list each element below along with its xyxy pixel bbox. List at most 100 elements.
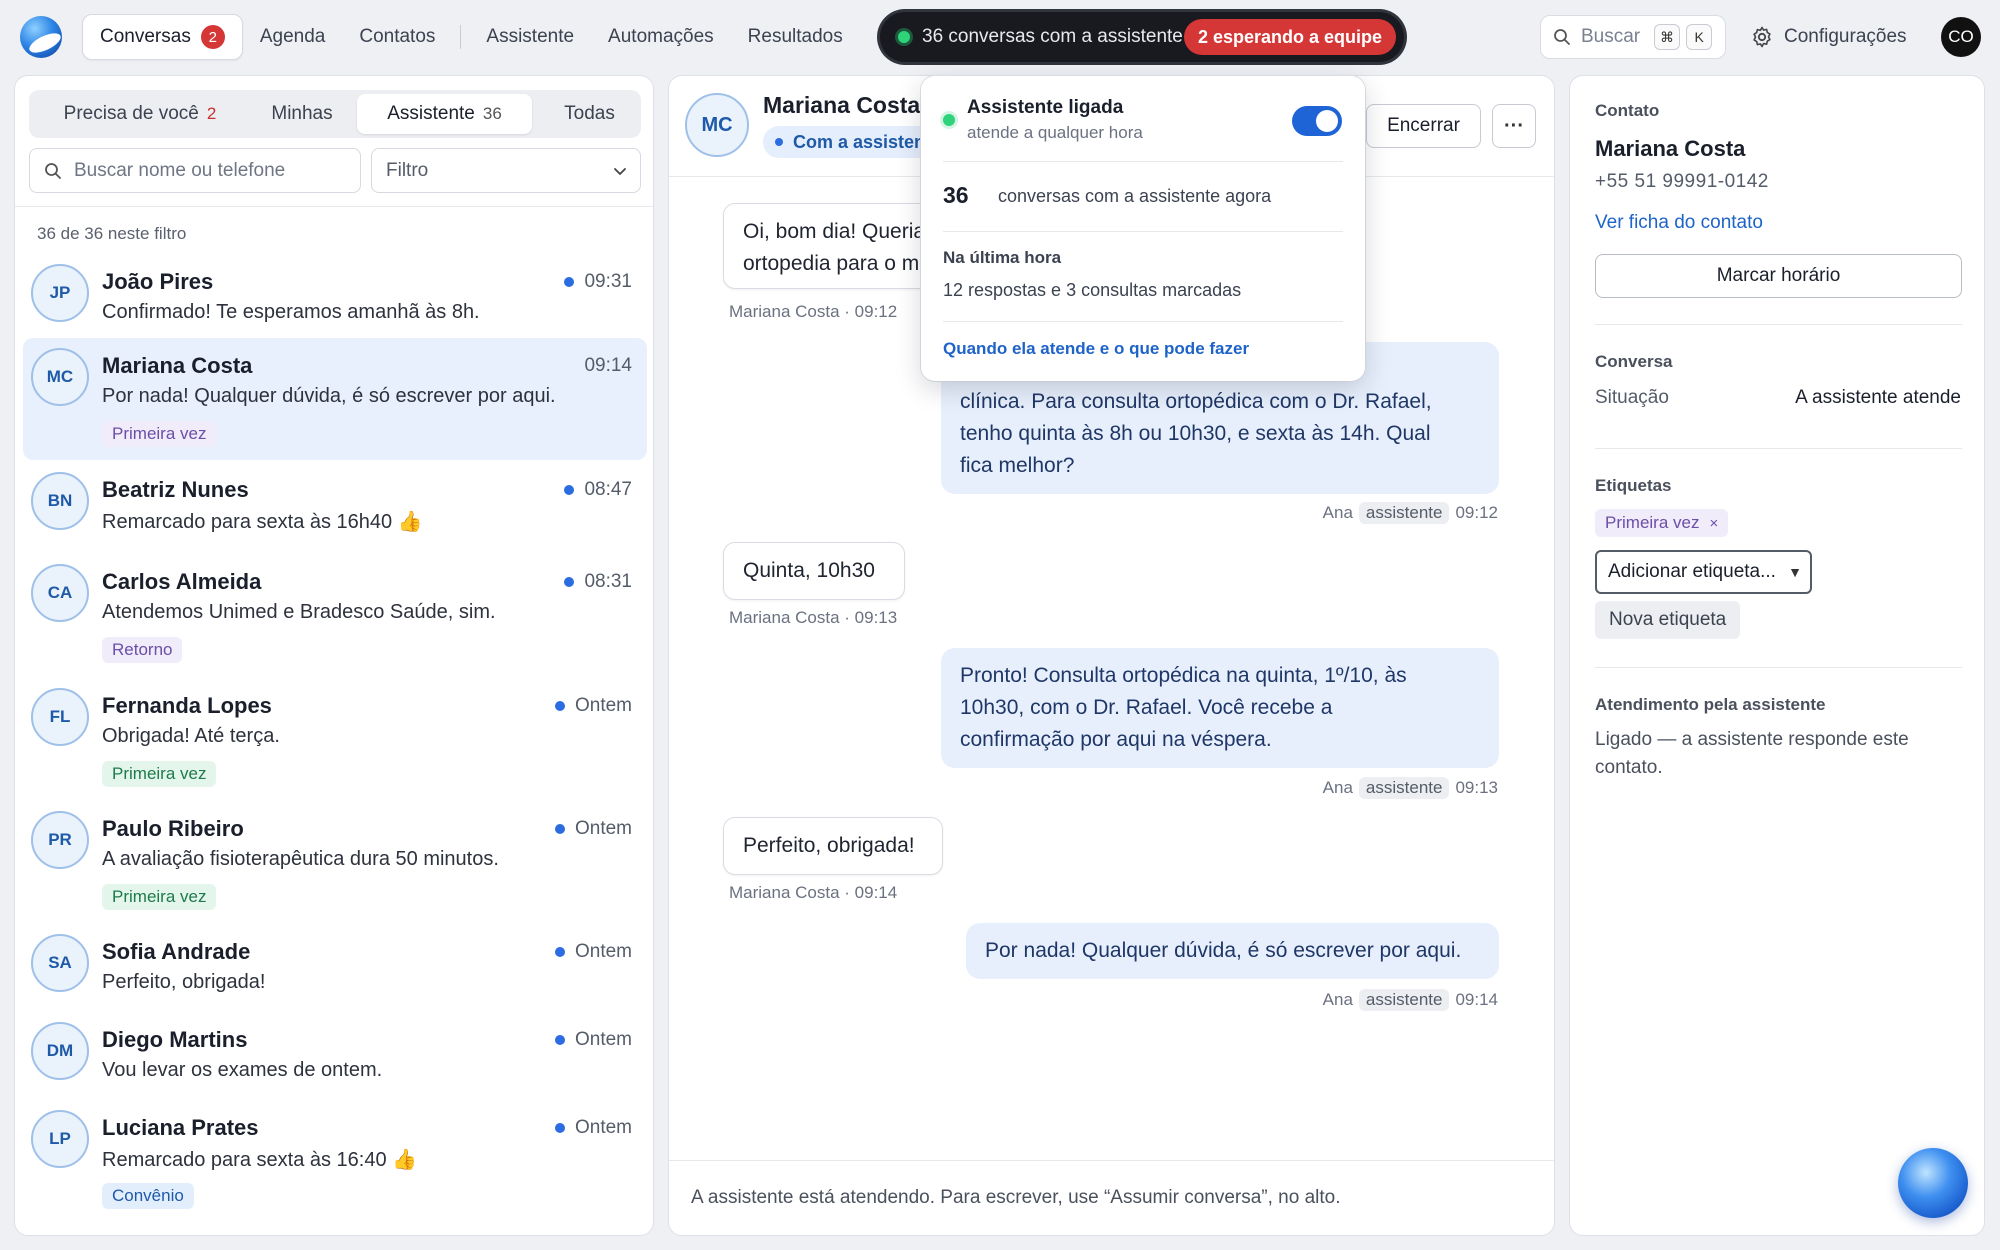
nav-tab-label: Contatos	[359, 26, 436, 47]
filter-select[interactable]: Filtro	[371, 148, 641, 193]
message-meta: Ana assistente 09:14	[1323, 989, 1498, 1011]
time-label: Ontem	[574, 818, 632, 839]
nav-tab-label: Agenda	[259, 26, 326, 47]
contact-search-input[interactable]: Buscar nome ou telefone	[29, 148, 361, 193]
conversation-time: Ontem	[554, 1117, 632, 1139]
nav-tab-agenda[interactable]: Agenda	[243, 14, 343, 60]
conversation-time: Ontem	[554, 818, 632, 840]
message-author: Ana	[1322, 778, 1353, 797]
assistant-status-pill[interactable]: 36 conversas com a assistente 2 esperand…	[880, 12, 1404, 62]
contact-name: Sofia Andrade	[102, 939, 251, 964]
conversation-item[interactable]: PR Paulo Ribeiro Ontem A avaliação fisioter…	[23, 801, 647, 923]
conversation-item[interactable]: MC Mariana Costa 09:14 Por nada! Qualquer d…	[23, 338, 647, 460]
chat-status-text: Com a assistente	[793, 131, 942, 152]
last-message: Vou levar os exames de ontem.	[102, 1059, 383, 1081]
nav-tab-label: Assistente	[486, 26, 575, 47]
end-conversation-button[interactable]: Encerrar	[1366, 104, 1481, 148]
tag-chip: Retorno	[102, 637, 183, 663]
last-hour-summary: 12 respostas e 3 consultas marcadas	[943, 280, 1242, 300]
message-meta: Ana assistente 09:13	[1323, 777, 1498, 799]
conversation-item[interactable]: CA Carlos Almeida 08:31 Atendemos Unimed e …	[23, 554, 647, 676]
add-tag-select[interactable]: Adicionar etiqueta... ▼	[1595, 550, 1812, 594]
conversation-section-label: Conversa	[1595, 352, 1673, 371]
conversation-item[interactable]: DM Diego Martins Ontem Vou levar os exames …	[23, 1012, 647, 1098]
nav-tab-contatos[interactable]: Contatos	[342, 14, 452, 60]
divider	[15, 206, 653, 207]
unread-dot-icon	[564, 277, 575, 287]
nav-tab-assistente[interactable]: Assistente	[469, 14, 591, 60]
nav-tab-automacoes[interactable]: Automações	[591, 14, 731, 60]
outgoing-message: Por nada! Qualquer dúvida, é só escrever…	[966, 923, 1499, 979]
tab-minhas[interactable]: Minhas	[247, 94, 357, 134]
avatar: MC	[31, 348, 89, 406]
unread-dot-icon	[554, 701, 565, 711]
last-message: Confirmado! Te esperamos amanhã às 8h.	[102, 301, 480, 323]
assistant-count-text: conversas com a assistente agora	[998, 186, 1272, 206]
conversation-time: 09:14	[584, 355, 632, 377]
last-message: Obrigada! Até terça.	[102, 725, 280, 747]
time-label: 09:31	[584, 271, 632, 292]
message-author: Mariana Costa	[729, 302, 840, 321]
conversation-item[interactable]: BN Beatriz Nunes 08:47 Remarcado para sexta…	[23, 462, 647, 552]
tab-todas[interactable]: Todas	[532, 94, 647, 134]
close-icon[interactable]: ×	[1709, 515, 1718, 532]
assistant-toggle[interactable]	[1292, 106, 1342, 136]
contact-name: Carlos Almeida	[102, 569, 262, 594]
contact-name: Diego Martins	[102, 1027, 248, 1052]
unread-dot-icon	[564, 577, 575, 587]
k-key-icon: K	[1686, 24, 1713, 50]
unread-dot-icon	[554, 1035, 565, 1045]
add-tag-label: Adicionar etiqueta...	[1608, 561, 1776, 582]
contact-section-label: Contato	[1595, 101, 1660, 120]
divider	[1595, 667, 1962, 668]
message-author: Ana	[1322, 990, 1353, 1009]
schedule-button[interactable]: Marcar horário	[1595, 254, 1962, 298]
message-author: Mariana Costa	[729, 608, 840, 627]
assistant-popover: Assistente ligada atende a qualquer hora…	[921, 76, 1365, 381]
last-message: Por nada! Qualquer dúvida, é só escrever…	[102, 385, 556, 407]
contact-name: Paulo Ribeiro	[102, 816, 244, 841]
message-meta: Ana assistente 09:12	[1323, 502, 1498, 524]
segment-count: 2	[206, 104, 217, 123]
message-line: confirmação por aqui na véspera.	[960, 728, 1272, 751]
conversation-time: Ontem	[554, 941, 632, 963]
separator: ·	[839, 883, 855, 902]
tag-chip: Primeira vez	[102, 884, 217, 910]
tags-section-label: Etiquetas	[1595, 476, 1672, 495]
conversation-item[interactable]: SA Sofia Andrade Ontem Perfeito, obrigada!	[23, 924, 647, 1010]
message-line: Quinta, 10h30	[743, 559, 875, 582]
time-label: 08:31	[584, 571, 632, 592]
nav-tab-resultados[interactable]: Resultados	[731, 14, 860, 60]
settings-button[interactable]: Configurações	[1750, 18, 1907, 56]
user-avatar[interactable]: CO	[1941, 17, 1981, 57]
unread-dot-icon	[554, 1123, 565, 1133]
assistant-orb-button[interactable]	[1898, 1148, 1968, 1218]
conversation-item[interactable]: JP João Pires 09:31 Confirmado! Te esperamo…	[23, 254, 647, 334]
global-search[interactable]: Buscar ⌘ K	[1540, 15, 1726, 59]
chevron-down-icon	[612, 163, 628, 179]
unread-badge: 2	[200, 25, 225, 49]
view-contact-link[interactable]: Ver ficha do contato	[1595, 212, 1763, 234]
conversation-item[interactable]: FL Fernanda Lopes Ontem Obrigada! Até terça…	[23, 678, 647, 800]
conversation-item[interactable]: LP Luciana Prates Ontem Remarcado para sext…	[23, 1100, 647, 1222]
divider	[1595, 324, 1962, 325]
contact-avatar: MC	[685, 93, 749, 157]
new-tag-button[interactable]: Nova etiqueta	[1595, 601, 1741, 639]
tab-precisa-de-voce[interactable]: Precisa de você 2	[33, 94, 247, 134]
segment-label: Minhas	[271, 103, 333, 124]
waiting-team-badge[interactable]: 2 esperando a equipe	[1183, 19, 1396, 55]
unread-dot-icon	[554, 824, 565, 834]
separator: ·	[839, 302, 855, 321]
more-options-button[interactable]: ···	[1492, 104, 1536, 148]
message-line: clínica. Para consulta ortopédica com o …	[960, 390, 1432, 413]
conversation-time: 08:31	[564, 571, 632, 593]
search-icon	[1553, 28, 1571, 46]
nav-tab-label: Automações	[608, 26, 714, 47]
tab-assistente[interactable]: Assistente 36	[357, 94, 532, 134]
assistant-help-link[interactable]: Quando ela atende e o que pode fazer	[943, 339, 1249, 359]
app-logo[interactable]	[20, 16, 62, 58]
role-chip: assistente	[1358, 777, 1450, 799]
nav-tab-conversas[interactable]: Conversas 2	[82, 14, 243, 60]
caret-down-icon: ▼	[1788, 564, 1802, 580]
unread-dot-icon	[564, 485, 575, 495]
